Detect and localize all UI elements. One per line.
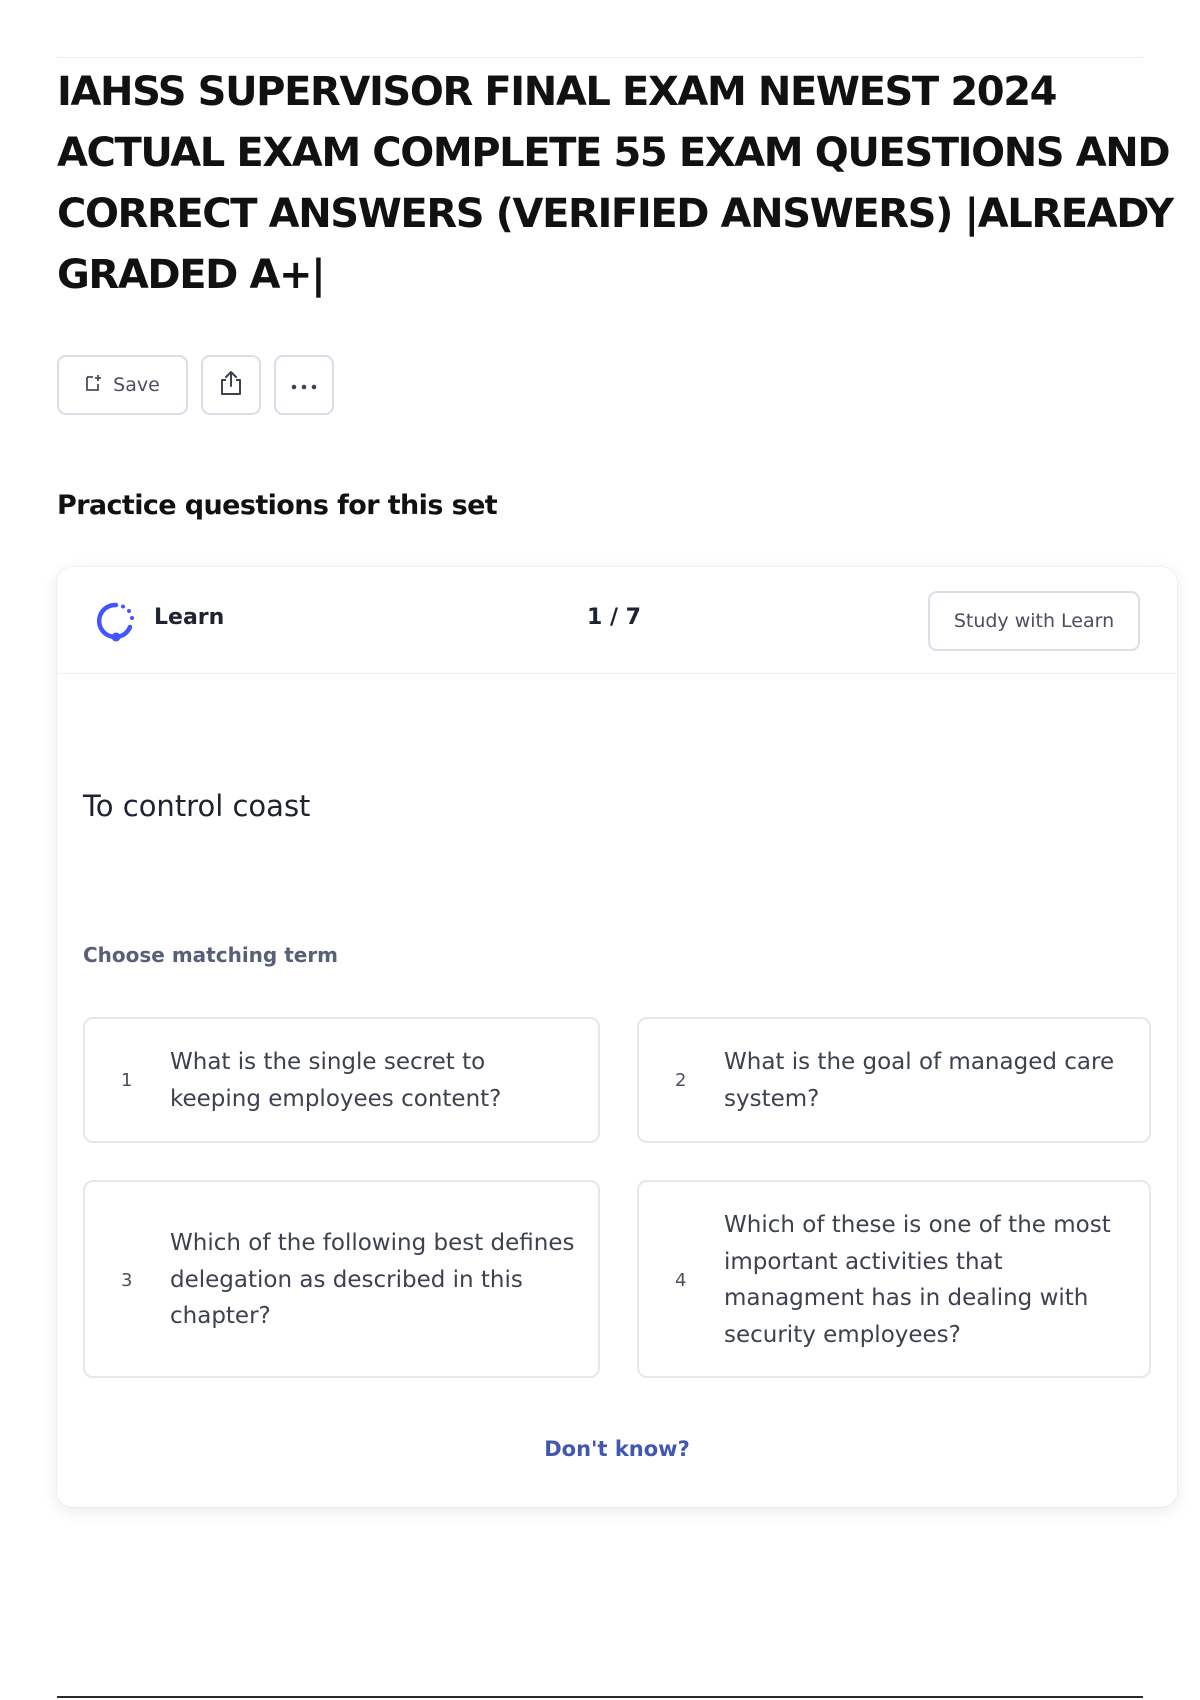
more-options-button[interactable] bbox=[274, 355, 334, 415]
save-label: Save bbox=[113, 374, 160, 396]
more-horizontal-icon bbox=[290, 376, 318, 395]
option-number: 2 bbox=[675, 1070, 687, 1091]
share-icon bbox=[217, 369, 245, 401]
question-progress: 1 / 7 bbox=[587, 605, 641, 630]
practice-section-title: Practice questions for this set bbox=[57, 490, 498, 521]
save-button[interactable]: Save bbox=[57, 355, 188, 415]
option-number: 1 bbox=[121, 1070, 133, 1091]
answer-option-3[interactable]: 3 Which of the following best defines de… bbox=[83, 1180, 600, 1378]
study-with-learn-button[interactable]: Study with Learn bbox=[928, 591, 1140, 651]
choose-instruction: Choose matching term bbox=[83, 943, 339, 967]
learn-progress-icon bbox=[95, 600, 137, 642]
option-number: 4 bbox=[675, 1270, 687, 1291]
answer-option-4[interactable]: 4 Which of these is one of the most impo… bbox=[637, 1180, 1151, 1378]
action-bar: Save bbox=[57, 355, 334, 415]
option-text: What is the goal of managed care system? bbox=[724, 1049, 1115, 1112]
bottom-divider bbox=[57, 1696, 1143, 1698]
answer-option-2[interactable]: 2 What is the goal of managed care syste… bbox=[637, 1017, 1151, 1143]
dont-know-link[interactable]: Don't know? bbox=[57, 1437, 1177, 1461]
bookmark-add-icon bbox=[85, 374, 103, 397]
practice-card-header: Learn 1 / 7 Study with Learn bbox=[57, 567, 1177, 674]
practice-card: Learn 1 / 7 Study with Learn To control … bbox=[57, 567, 1177, 1507]
option-text: What is the single secret to keeping emp… bbox=[170, 1049, 502, 1112]
learn-mode-label: Learn bbox=[154, 605, 225, 630]
answer-option-1[interactable]: 1 What is the single secret to keeping e… bbox=[83, 1017, 600, 1143]
document-title: IAHSS SUPERVISOR FINAL EXAM NEWEST 2024 … bbox=[57, 69, 1174, 298]
option-number: 3 bbox=[121, 1270, 133, 1291]
option-text: Which of the following best defines dele… bbox=[170, 1230, 575, 1329]
option-text: Which of these is one of the most import… bbox=[724, 1212, 1111, 1348]
share-button[interactable] bbox=[201, 355, 261, 415]
question-prompt: To control coast bbox=[83, 789, 311, 823]
top-divider bbox=[57, 57, 1143, 58]
